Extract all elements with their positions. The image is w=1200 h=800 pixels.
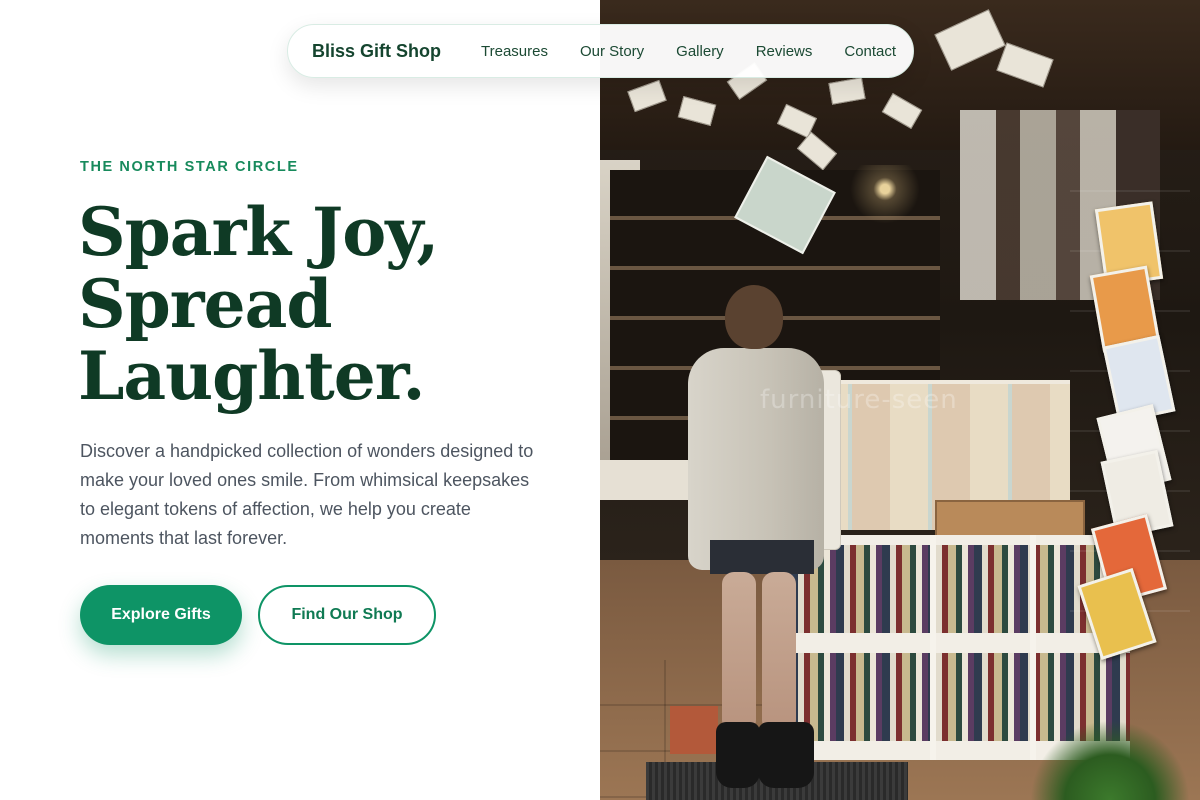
hero-headline: Spark Joy, Spread Laughter. <box>78 196 558 412</box>
headline-line-2: Spread <box>78 265 333 343</box>
page: furniture-seen Bliss Gift Shop Treasures… <box>0 0 1200 800</box>
nav-link-contact[interactable]: Contact <box>844 43 896 60</box>
person-boot <box>716 722 760 788</box>
brand-logo[interactable]: Bliss Gift Shop <box>312 41 441 62</box>
person-leg <box>762 572 796 732</box>
nav-link-treasures[interactable]: Treasures <box>481 43 548 60</box>
terracotta-pot <box>670 706 718 754</box>
gift-shop-photo: furniture-seen <box>600 0 1200 800</box>
wooden-crate <box>935 500 1085 540</box>
explore-gifts-button[interactable]: Explore Gifts <box>80 585 242 645</box>
nav-link-our-story[interactable]: Our Story <box>580 43 644 60</box>
top-navigation: Bliss Gift Shop Treasures Our Story Gall… <box>287 24 914 78</box>
person-shorts <box>710 540 814 574</box>
nav-link-reviews[interactable]: Reviews <box>756 43 813 60</box>
photo-watermark: furniture-seen <box>760 385 958 415</box>
hero-eyebrow: THE NORTH STAR CIRCLE <box>80 159 299 175</box>
person-hair <box>725 285 783 349</box>
headline-line-1: Spark Joy, <box>78 193 439 271</box>
potted-plant <box>1030 720 1190 800</box>
headline-line-3: Laughter. <box>78 337 425 415</box>
bookcase-divider <box>930 535 936 760</box>
person-shirt <box>688 348 824 570</box>
chandelier <box>840 165 930 225</box>
person-boot <box>758 722 814 788</box>
hero-description: Discover a handpicked collection of wond… <box>80 441 534 548</box>
person-leg <box>722 572 756 732</box>
nav-link-gallery[interactable]: Gallery <box>676 43 724 60</box>
find-our-shop-button[interactable]: Find Our Shop <box>258 585 436 645</box>
nav-links: Treasures Our Story Gallery Reviews Cont… <box>463 43 896 60</box>
